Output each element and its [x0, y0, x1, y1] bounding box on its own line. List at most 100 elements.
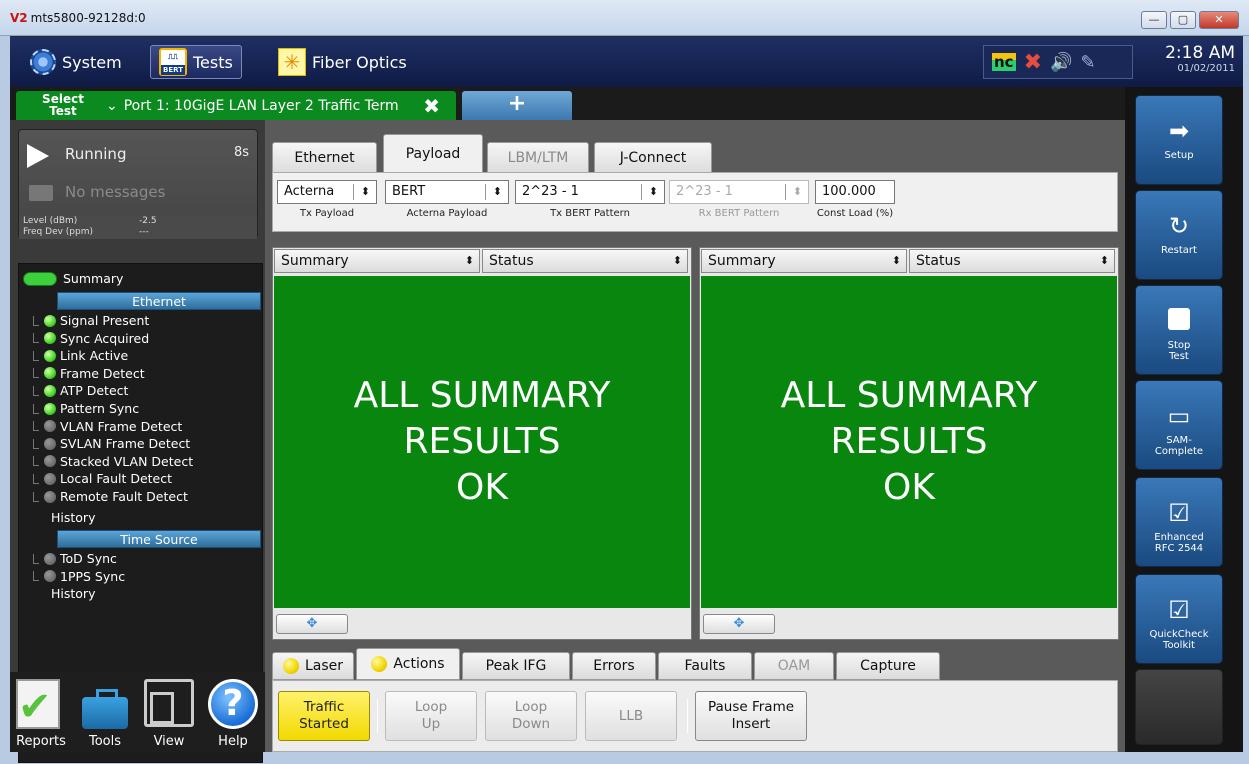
tree-item[interactable]: ToD Sync: [33, 550, 117, 567]
tx-payload-select[interactable]: Acterna ⬍: [277, 180, 377, 204]
tab-peak-ifg[interactable]: Peak IFG: [462, 652, 570, 680]
status-led-icon: [44, 420, 56, 433]
tree-item[interactable]: Pattern Sync: [33, 400, 139, 417]
status-led-icon: [44, 552, 56, 565]
status-led-icon: [44, 367, 56, 380]
status-led-icon: [44, 402, 56, 415]
tree-item[interactable]: Local Fault Detect: [33, 470, 172, 487]
traffic-started-button[interactable]: Traffic Started: [278, 691, 370, 741]
llb-button[interactable]: LLB: [585, 691, 677, 741]
tab-laser[interactable]: Laser: [272, 652, 354, 680]
tree-item[interactable]: Remote Fault Detect: [33, 488, 188, 505]
tree-item[interactable]: Link Active: [33, 347, 128, 364]
tab-ethernet[interactable]: Ethernet: [272, 142, 377, 174]
status-led-icon: [44, 384, 56, 397]
reports-button[interactable]: ✔ Reports: [12, 675, 70, 751]
loop-down-button[interactable]: Loop Down: [485, 691, 577, 741]
status-led-icon: [44, 314, 56, 327]
restart-button[interactable]: ↻ Restart: [1135, 190, 1223, 280]
tab-errors[interactable]: Errors: [572, 652, 656, 680]
stop-icon: [1136, 308, 1222, 335]
tx-bert-pattern-select[interactable]: 2^23 - 1 ⬍: [515, 180, 665, 204]
tree-item-label: Signal Present: [60, 313, 150, 328]
close-tab-icon[interactable]: ✖: [423, 94, 440, 118]
tab-oam[interactable]: OAM: [754, 652, 834, 680]
tab-payload[interactable]: Payload: [383, 134, 483, 174]
minimize-button[interactable]: —: [1141, 11, 1167, 29]
tab-capture[interactable]: Capture: [836, 652, 940, 680]
section-time-source[interactable]: Time Source: [57, 530, 261, 548]
quickcheck-toolkit-button[interactable]: ☑ QuickCheck Toolkit: [1135, 574, 1223, 664]
acterna-payload-select[interactable]: BERT ⬍: [385, 180, 509, 204]
category-select[interactable]: Summary ⬍: [701, 249, 907, 273]
view-layout-icon: [144, 679, 194, 727]
tools-button[interactable]: Tools: [76, 675, 134, 751]
action-buttons: Traffic Started Loop Up Loop Down LLB Pause…: [272, 680, 1118, 752]
bottom-left-toolbar: ✔ Reports Tools View ? Help: [10, 672, 265, 752]
move-icon[interactable]: ✥: [276, 614, 348, 634]
restart-icon: ↻: [1168, 212, 1190, 240]
tab-j-connect[interactable]: J-Connect: [594, 142, 712, 174]
tree-item[interactable]: 1PPS Sync: [33, 568, 125, 585]
sam-complete-button[interactable]: ▭ SAM- Complete: [1135, 380, 1223, 470]
system-button[interactable]: System: [22, 45, 130, 79]
view-select[interactable]: Status ⬍: [909, 249, 1115, 273]
remote-disconnected-icon[interactable]: ✖: [1024, 50, 1042, 75]
network-connect-icon[interactable]: nc: [992, 53, 1016, 71]
play-icon[interactable]: [27, 144, 49, 168]
tab-lbm-ltm[interactable]: LBM/LTM: [487, 142, 589, 174]
tree-item[interactable]: Sync Acquired: [33, 330, 149, 347]
section-ethernet[interactable]: Ethernet: [57, 292, 261, 310]
tab-actions[interactable]: Actions: [356, 648, 460, 680]
tree-item-label: Pattern Sync: [60, 401, 140, 416]
tree-item-label: 1PPS Sync: [60, 568, 126, 584]
move-icon[interactable]: ✥: [703, 614, 775, 634]
add-tab-button[interactable]: +: [462, 91, 572, 120]
history-time-source[interactable]: History: [51, 586, 95, 601]
speaker-icon[interactable]: 🔊: [1050, 52, 1072, 73]
spinner-icon: ⬍: [648, 185, 658, 198]
loop-up-button[interactable]: Loop Up: [385, 691, 477, 741]
history-ethernet[interactable]: History: [51, 510, 95, 525]
checkbox-icon: ☑: [1168, 596, 1190, 624]
results-pane-left: Summary ⬍ Status ⬍ ALL SUMMARY RESULTS OK …: [272, 247, 692, 640]
spinner-icon: ⬍: [360, 185, 370, 198]
spinner-icon: ⬍: [1099, 254, 1109, 267]
spinner-icon: ⬍: [492, 185, 502, 198]
help-button[interactable]: ? Help: [204, 675, 262, 751]
tree-item[interactable]: Signal Present: [33, 312, 149, 329]
fiber-optics-button[interactable]: ✳ Fiber Optics: [270, 45, 415, 79]
help-icon: ?: [208, 679, 258, 729]
close-button[interactable]: ✕: [1199, 11, 1239, 29]
setup-button[interactable]: ➡ Setup: [1135, 95, 1223, 185]
tree-item-label: Local Fault Detect: [60, 471, 173, 487]
tree-item[interactable]: Stacked VLAN Detect: [33, 453, 193, 470]
const-load-input[interactable]: 100.000: [815, 180, 895, 204]
tree-item[interactable]: Frame Detect: [33, 365, 145, 382]
select-test-label[interactable]: Select Test: [38, 93, 88, 117]
spinner-icon: ⬍: [891, 254, 901, 267]
pen-icon[interactable]: ✎: [1080, 52, 1095, 73]
app-window: V2 mts5800-92128d:0 — ▢ ✕ System ⎍⎍ BERT T…: [0, 0, 1249, 764]
tree-item[interactable]: VLAN Frame Detect: [33, 418, 182, 435]
category-select[interactable]: Summary ⬍: [274, 249, 480, 273]
status-led-icon: [44, 455, 56, 468]
stop-test-button[interactable]: Stop Test: [1135, 285, 1223, 375]
pause-frame-insert-button[interactable]: Pause Frame Insert: [695, 691, 807, 741]
tree-item-label: Stacked VLAN Detect: [60, 453, 194, 469]
view-select[interactable]: Status ⬍: [482, 249, 688, 273]
summary-row[interactable]: Summary: [23, 271, 123, 286]
chevron-down-icon[interactable]: ⌄: [106, 98, 118, 114]
tree-item[interactable]: ATP Detect: [33, 382, 128, 399]
enhanced-rfc2544-button[interactable]: ☑ Enhanced RFC 2544: [1135, 477, 1223, 567]
view-button[interactable]: View: [140, 675, 198, 751]
app-logo: V2: [10, 11, 28, 25]
tests-button[interactable]: ⎍⎍ BERT Tests: [150, 45, 242, 79]
rx-bert-pattern-select: 2^23 - 1 ⬍: [669, 180, 809, 204]
tree-item[interactable]: SVLAN Frame Detect: [33, 435, 190, 452]
tree-item-label: ToD Sync: [60, 551, 117, 566]
status-led-icon: [44, 570, 56, 583]
tab-faults[interactable]: Faults: [658, 652, 752, 680]
maximize-button[interactable]: ▢: [1170, 11, 1196, 29]
port-tab[interactable]: Select Test ⌄ Port 1: 10GigE LAN Layer 2 …: [16, 91, 456, 120]
